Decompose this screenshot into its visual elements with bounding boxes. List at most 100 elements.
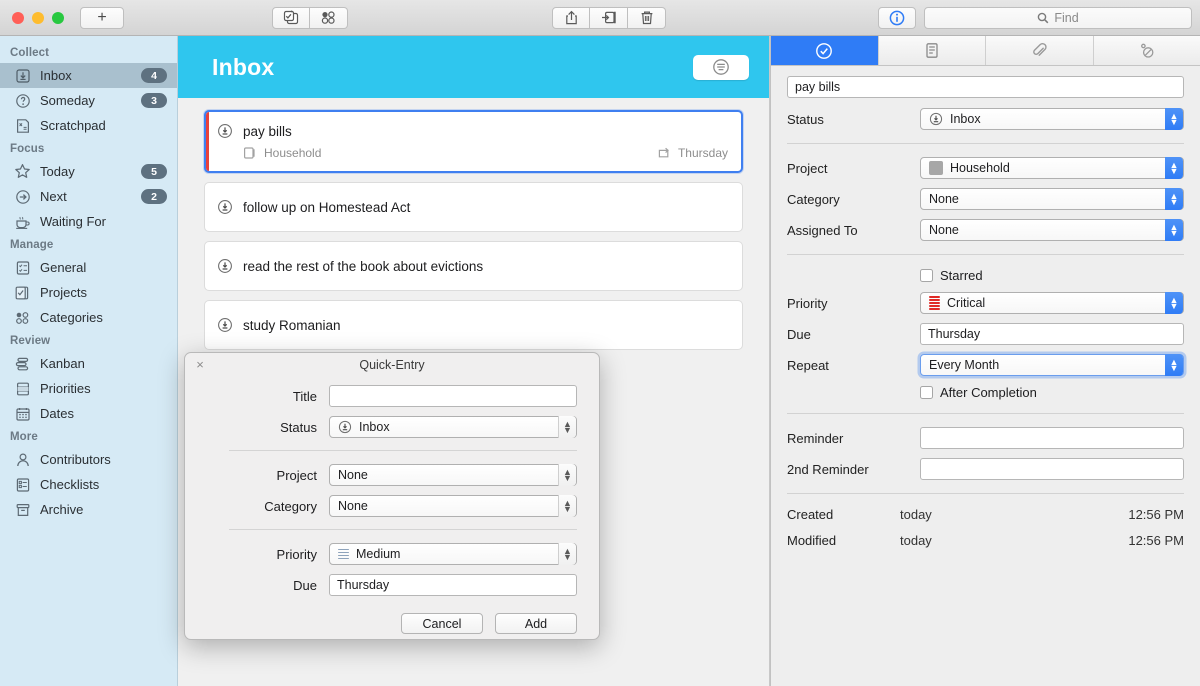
- stepper-arrows[interactable]: ▲ ▼: [1165, 292, 1183, 314]
- plus-icon: +: [97, 8, 107, 26]
- assigned-to-select[interactable]: None ▲ ▼: [920, 219, 1184, 241]
- qe-priority-select[interactable]: Medium ▲ ▼: [329, 543, 577, 565]
- sidebar-item-someday[interactable]: Someday 3: [0, 88, 177, 113]
- cancel-button[interactable]: Cancel: [401, 613, 483, 634]
- new-tab-button[interactable]: +: [80, 6, 124, 29]
- starred-row[interactable]: Starred: [787, 268, 1184, 283]
- task-project: Household: [243, 146, 321, 160]
- after-completion-label: After Completion: [940, 385, 1037, 400]
- new-task-icon: [283, 10, 300, 25]
- stepper-arrows[interactable]: ▲ ▼: [1165, 188, 1183, 210]
- check-circle-icon: [815, 42, 833, 60]
- titlebar-right-group: Find: [878, 6, 1192, 29]
- qe-project-value: None: [338, 468, 368, 482]
- stepper-arrows[interactable]: ▲ ▼: [558, 416, 576, 438]
- priority-medium-icon: [338, 548, 349, 560]
- after-completion-row[interactable]: After Completion: [787, 385, 1184, 400]
- notes-icon: [924, 42, 940, 59]
- zoom-window-button[interactable]: [52, 11, 64, 24]
- minimize-window-button[interactable]: [32, 11, 44, 24]
- close-window-button[interactable]: [12, 11, 24, 24]
- share-button[interactable]: [552, 6, 590, 29]
- qe-project-select[interactable]: None ▲ ▼: [329, 464, 577, 486]
- inbox-icon: [929, 112, 943, 126]
- task-row[interactable]: pay bills Household Thursday: [204, 110, 743, 173]
- due-value: Thursday: [928, 327, 981, 341]
- sidebar-item-waiting-for[interactable]: Waiting For: [0, 209, 177, 234]
- qe-due-input[interactable]: Thursday: [329, 574, 577, 596]
- search-input[interactable]: Find: [924, 6, 1192, 29]
- stepper-arrows[interactable]: ▲ ▼: [558, 464, 576, 486]
- stepper-arrows[interactable]: ▲ ▼: [1165, 219, 1183, 241]
- sidebar-item-projects[interactable]: Projects: [0, 280, 177, 305]
- created-value: today: [900, 507, 932, 522]
- tab-task-details[interactable]: [771, 36, 879, 65]
- project-value: Household: [950, 161, 1010, 175]
- qe-project-label: Project: [276, 467, 317, 483]
- task-row[interactable]: study Romanian: [204, 300, 743, 350]
- reminder-input[interactable]: [920, 427, 1184, 449]
- sidebar-item-archive[interactable]: Archive: [0, 497, 177, 522]
- sidebar-item-checklists[interactable]: Checklists: [0, 472, 177, 497]
- qe-status-select[interactable]: Inbox ▲ ▼: [329, 416, 577, 438]
- sidebar-item-scratchpad[interactable]: Scratchpad: [0, 113, 177, 138]
- sidebar-item-priorities[interactable]: Priorities: [0, 376, 177, 401]
- priority-select[interactable]: Critical ▲ ▼: [920, 292, 1184, 314]
- tab-attachments[interactable]: [986, 36, 1094, 65]
- move-to-button[interactable]: [590, 6, 628, 29]
- repeat-select[interactable]: Every Month ▲ ▼: [920, 354, 1184, 376]
- qe-priority-label: Priority: [276, 546, 317, 562]
- sidebar-item-dates[interactable]: Dates: [0, 401, 177, 426]
- stepper-arrows[interactable]: ▲ ▼: [1165, 157, 1183, 179]
- reminder2-label: 2nd Reminder: [787, 461, 869, 477]
- task-title-input[interactable]: pay bills: [787, 76, 1184, 98]
- starred-checkbox[interactable]: [920, 269, 933, 282]
- sidebar-item-inbox[interactable]: Inbox 4: [0, 63, 177, 88]
- action-button-group: [552, 6, 666, 29]
- stepper-arrows[interactable]: ▲ ▼: [558, 543, 576, 565]
- dots-grid-icon: [14, 309, 31, 326]
- close-icon[interactable]: ×: [193, 358, 207, 372]
- qe-due-label: Due: [293, 577, 317, 593]
- sidebar-item-kanban[interactable]: Kanban: [0, 351, 177, 376]
- category-select[interactable]: None ▲ ▼: [920, 188, 1184, 210]
- stepper-arrows[interactable]: ▲ ▼: [1165, 108, 1183, 130]
- filter-button[interactable]: [693, 54, 749, 80]
- sidebar-item-label: General: [40, 260, 87, 275]
- add-button[interactable]: Add: [495, 613, 577, 634]
- sidebar-item-next[interactable]: Next 2: [0, 184, 177, 209]
- due-input[interactable]: Thursday: [920, 323, 1184, 345]
- category-row: Category None ▲ ▼: [787, 188, 1184, 210]
- project-select[interactable]: Household ▲ ▼: [920, 157, 1184, 179]
- qe-category-select[interactable]: None ▲ ▼: [329, 495, 577, 517]
- after-completion-checkbox[interactable]: [920, 386, 933, 399]
- trash-button[interactable]: [628, 6, 666, 29]
- status-select[interactable]: Inbox ▲ ▼: [920, 108, 1184, 130]
- task-row[interactable]: read the rest of the book about eviction…: [204, 241, 743, 291]
- stepper-arrows[interactable]: ▲ ▼: [558, 495, 576, 517]
- sidebar-item-label: Scratchpad: [40, 118, 106, 133]
- sidebar-item-general[interactable]: General: [0, 255, 177, 280]
- tab-notes[interactable]: [878, 36, 986, 65]
- task-row-primary: read the rest of the book about eviction…: [217, 258, 728, 274]
- reminder2-input[interactable]: [920, 458, 1184, 480]
- sidebar-item-label: Someday: [40, 93, 95, 108]
- checkbox-stack-icon: [14, 284, 31, 301]
- sidebar-item-contributors[interactable]: Contributors: [0, 447, 177, 472]
- sidebar-item-label: Archive: [40, 502, 84, 517]
- checklist-icon: [14, 476, 31, 493]
- new-project-button[interactable]: [310, 6, 348, 29]
- sidebar-item-categories[interactable]: Categories: [0, 305, 177, 330]
- new-task-button[interactable]: [272, 6, 310, 29]
- paperclip-icon: [1031, 42, 1048, 59]
- sidebar-item-today[interactable]: Today 5: [0, 159, 177, 184]
- traffic-lights: [12, 11, 64, 24]
- project-icon: [243, 146, 257, 160]
- window-body: Collect Inbox 4 Someday 3 Scratchpad Foc…: [0, 36, 1200, 686]
- info-button[interactable]: [878, 6, 916, 29]
- qe-title-input[interactable]: [329, 385, 577, 407]
- priorities-icon: [14, 380, 31, 397]
- tab-recurrence[interactable]: [1093, 36, 1200, 65]
- stepper-arrows[interactable]: ▲ ▼: [1165, 354, 1183, 376]
- task-row[interactable]: follow up on Homestead Act: [204, 182, 743, 232]
